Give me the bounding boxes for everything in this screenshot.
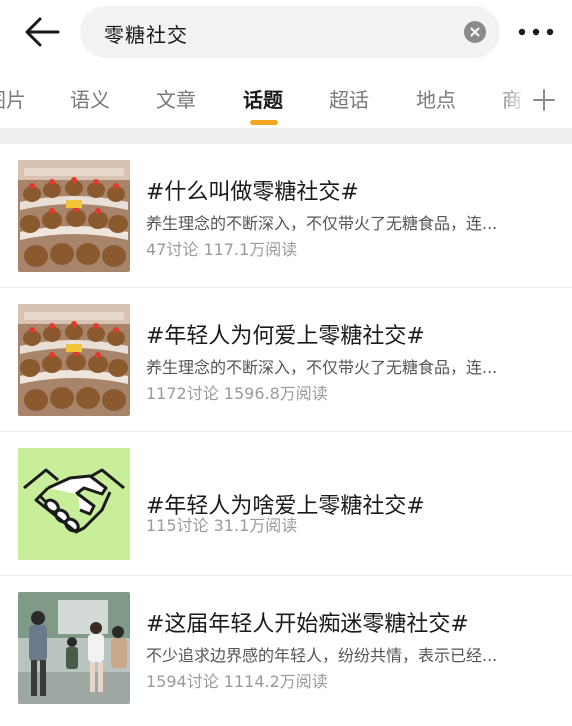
back-arrow-icon — [25, 17, 60, 47]
topic-row[interactable]: #年轻人为啥爱上零糖社交# 115讨论 31.1万阅读 — [0, 432, 572, 576]
more-dots-icon — [518, 28, 554, 36]
back-button[interactable] — [22, 14, 62, 50]
search-input[interactable]: 零糖社交 — [80, 6, 500, 58]
topic-thumbnail — [18, 304, 130, 416]
topic-row[interactable]: #年轻人为何爱上零糖社交# 养生理念的不断深入，不仅带火了无糖食品，连... 1… — [0, 288, 572, 432]
topic-title: #年轻人为何爱上零糖社交# — [146, 324, 425, 349]
topic-thumbnail — [18, 592, 130, 704]
topic-description: 养生理念的不断深入，不仅带火了无糖食品，连... — [146, 214, 498, 233]
tabs-fade-overlay — [500, 78, 530, 118]
tab-super-topics[interactable]: 超话 — [329, 84, 369, 113]
tab-images[interactable]: 图片 — [0, 84, 26, 113]
tab-places[interactable]: 地点 — [416, 84, 456, 113]
topic-title: #什么叫做零糖社交# — [146, 180, 359, 205]
topic-description: 养生理念的不断深入，不仅带火了无糖食品，连... — [146, 358, 498, 377]
street-people-photo — [18, 592, 130, 704]
plush-display-photo — [18, 304, 130, 416]
search-header: 零糖社交 — [0, 0, 572, 64]
active-tab-indicator — [250, 120, 278, 125]
search-tabs: 图片 语义 文章 话题 超话 地点 商 — [0, 64, 572, 128]
topic-stats: 1594讨论 1114.2万阅读 — [146, 672, 328, 691]
topic-stats: 115讨论 31.1万阅读 — [146, 516, 298, 535]
topic-stats: 47讨论 117.1万阅读 — [146, 240, 298, 259]
topic-description: 不少追求边界感的年轻人，纷纷共情，表示已经... — [146, 646, 498, 665]
topic-thumbnail — [18, 448, 130, 560]
close-icon — [470, 27, 480, 37]
topic-stats: 1172讨论 1596.8万阅读 — [146, 384, 328, 403]
tab-topics[interactable]: 话题 — [243, 84, 283, 113]
clear-search-button[interactable] — [464, 21, 486, 43]
app-root: 零糖社交 图片 语义 文章 话题 超话 地点 商 — [0, 0, 572, 726]
tab-articles[interactable]: 文章 — [156, 84, 196, 113]
tab-semantic[interactable]: 语义 — [70, 84, 110, 113]
search-query: 零糖社交 — [104, 23, 188, 47]
add-tab-button[interactable] — [530, 86, 558, 114]
topic-thumbnail — [18, 160, 130, 272]
plush-display-photo — [18, 160, 130, 272]
plus-icon — [533, 89, 555, 111]
handshake-illustration — [18, 448, 130, 560]
topic-title: #这届年轻人开始痴迷零糖社交# — [146, 612, 469, 637]
topic-row[interactable]: #这届年轻人开始痴迷零糖社交# 不少追求边界感的年轻人，纷纷共情，表示已经...… — [0, 576, 572, 720]
section-divider — [0, 128, 572, 144]
more-button[interactable] — [516, 22, 556, 42]
topic-row[interactable]: #什么叫做零糖社交# 养生理念的不断深入，不仅带火了无糖食品，连... 47讨论… — [0, 144, 572, 288]
